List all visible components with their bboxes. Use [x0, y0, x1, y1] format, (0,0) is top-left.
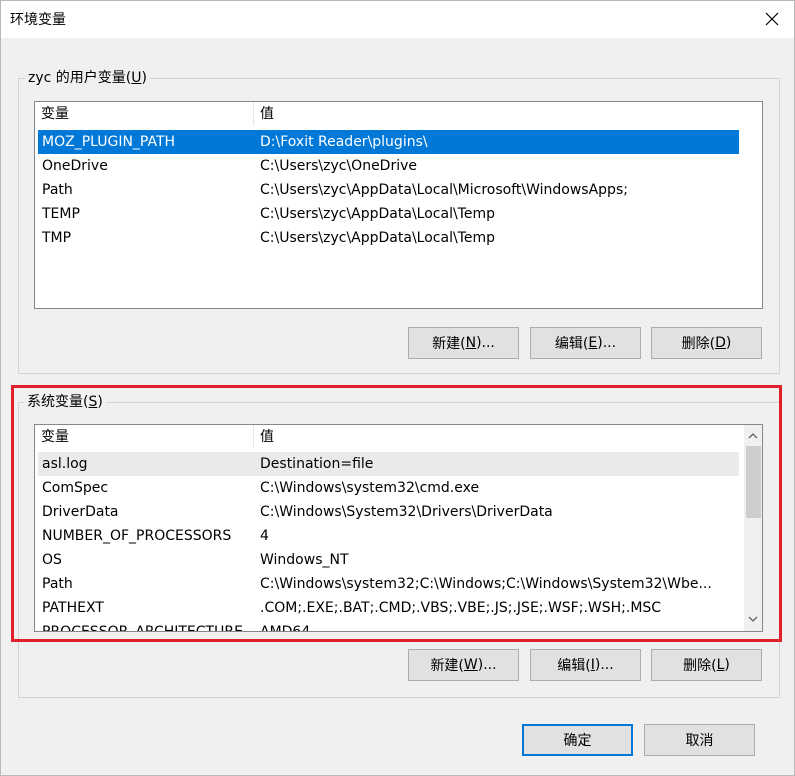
- table-row[interactable]: Path C:\Windows\system32;C:\Windows;C:\W…: [38, 572, 739, 596]
- variable-value: Windows_NT: [260, 552, 349, 568]
- table-row[interactable]: PATHEXT .COM;.EXE;.BAT;.CMD;.VBS;.VBE;.J…: [38, 596, 739, 620]
- variable-value: C:\Users\zyc\OneDrive: [260, 158, 418, 174]
- table-row[interactable]: NUMBER_OF_PROCESSORS 4: [38, 524, 739, 548]
- variable-name: TEMP: [42, 206, 80, 222]
- table-row[interactable]: OS Windows_NT: [38, 548, 739, 572]
- column-header-variable[interactable]: 变量: [35, 425, 253, 449]
- variable-value: C:\Windows\System32\Drivers\DriverData: [260, 504, 553, 520]
- variable-name: ComSpec: [42, 480, 109, 496]
- variable-value: C:\Users\zyc\AppData\Local\Temp: [260, 230, 495, 246]
- variable-name: TMP: [42, 230, 72, 246]
- list-header: 变量 值: [35, 102, 762, 126]
- variable-value: C:\Windows\system32\cmd.exe: [260, 480, 480, 496]
- scroll-up-button[interactable]: [744, 427, 761, 444]
- variable-value: 4: [260, 528, 269, 544]
- table-row[interactable]: Path C:\Users\zyc\AppData\Local\Microsof…: [38, 178, 739, 202]
- chevron-up-icon: [748, 432, 757, 438]
- variable-name: DriverData: [42, 504, 119, 520]
- ok-button[interactable]: 确定: [522, 724, 633, 756]
- table-row[interactable]: DriverData C:\Windows\System32\Drivers\D…: [38, 500, 739, 524]
- table-row[interactable]: asl.log Destination=file: [38, 452, 739, 476]
- user-edit-button[interactable]: 编辑(E)...: [530, 327, 641, 359]
- user-variables-list[interactable]: 变量 值 MOZ_PLUGIN_PATH D:\Foxit Reader\plu…: [34, 101, 763, 309]
- list-header: 变量 值: [35, 425, 762, 449]
- user-variables-label: zyc 的用户变量(U): [25, 69, 150, 87]
- variable-name: PATHEXT: [42, 600, 104, 616]
- system-variables-list[interactable]: 变量 值 asl.log Destination=file ComSpec C:…: [34, 424, 763, 632]
- scroll-down-button[interactable]: [744, 610, 761, 627]
- variable-value: C:\Users\zyc\AppData\Local\Temp: [260, 206, 495, 222]
- table-row[interactable]: OneDrive C:\Users\zyc\OneDrive: [38, 154, 739, 178]
- variable-name: PROCESSOR_ARCHITECTURE: [42, 624, 243, 632]
- table-row[interactable]: MOZ_PLUGIN_PATH D:\Foxit Reader\plugins\: [38, 130, 739, 154]
- table-row[interactable]: TMP C:\Users\zyc\AppData\Local\Temp: [38, 226, 739, 250]
- close-button[interactable]: [749, 0, 795, 38]
- column-header-value[interactable]: 值: [254, 102, 734, 126]
- close-icon: [765, 12, 779, 26]
- vertical-scrollbar[interactable]: [744, 425, 762, 631]
- system-new-button[interactable]: 新建(W)...: [408, 649, 519, 681]
- user-delete-button[interactable]: 删除(D): [651, 327, 762, 359]
- column-header-value[interactable]: 值: [254, 425, 734, 449]
- column-header-variable[interactable]: 变量: [35, 102, 253, 126]
- variable-value: C:\Windows\system32;C:\Windows;C:\Window…: [260, 576, 712, 592]
- cancel-button[interactable]: 取消: [644, 724, 755, 756]
- system-variables-label: 系统变量(S): [24, 393, 106, 411]
- table-row[interactable]: ComSpec C:\Windows\system32\cmd.exe: [38, 476, 739, 500]
- scroll-thumb[interactable]: [746, 446, 761, 518]
- variable-name: asl.log: [42, 456, 88, 472]
- system-delete-button[interactable]: 删除(L): [651, 649, 762, 681]
- user-new-button[interactable]: 新建(N)...: [408, 327, 519, 359]
- variable-value: Destination=file: [260, 456, 374, 472]
- variable-name: OS: [42, 552, 62, 568]
- variable-value: AMD64: [260, 624, 311, 632]
- variable-value: C:\Users\zyc\AppData\Local\Microsoft\Win…: [260, 182, 628, 198]
- table-row[interactable]: PROCESSOR_ARCHITECTURE AMD64: [38, 620, 739, 632]
- window-title: 环境变量: [10, 12, 66, 28]
- table-row[interactable]: TEMP C:\Users\zyc\AppData\Local\Temp: [38, 202, 739, 226]
- variable-name: Path: [42, 576, 73, 592]
- variable-name: NUMBER_OF_PROCESSORS: [42, 528, 232, 544]
- variable-name: MOZ_PLUGIN_PATH: [42, 134, 176, 150]
- title-bar: 环境变量: [0, 0, 795, 38]
- variable-name: Path: [42, 182, 73, 198]
- chevron-down-icon: [748, 616, 757, 622]
- variable-value: D:\Foxit Reader\plugins\: [260, 134, 428, 150]
- variable-value: .COM;.EXE;.BAT;.CMD;.VBS;.VBE;.JS;.JSE;.…: [260, 600, 662, 616]
- system-edit-button[interactable]: 编辑(I)...: [530, 649, 641, 681]
- variable-name: OneDrive: [42, 158, 108, 174]
